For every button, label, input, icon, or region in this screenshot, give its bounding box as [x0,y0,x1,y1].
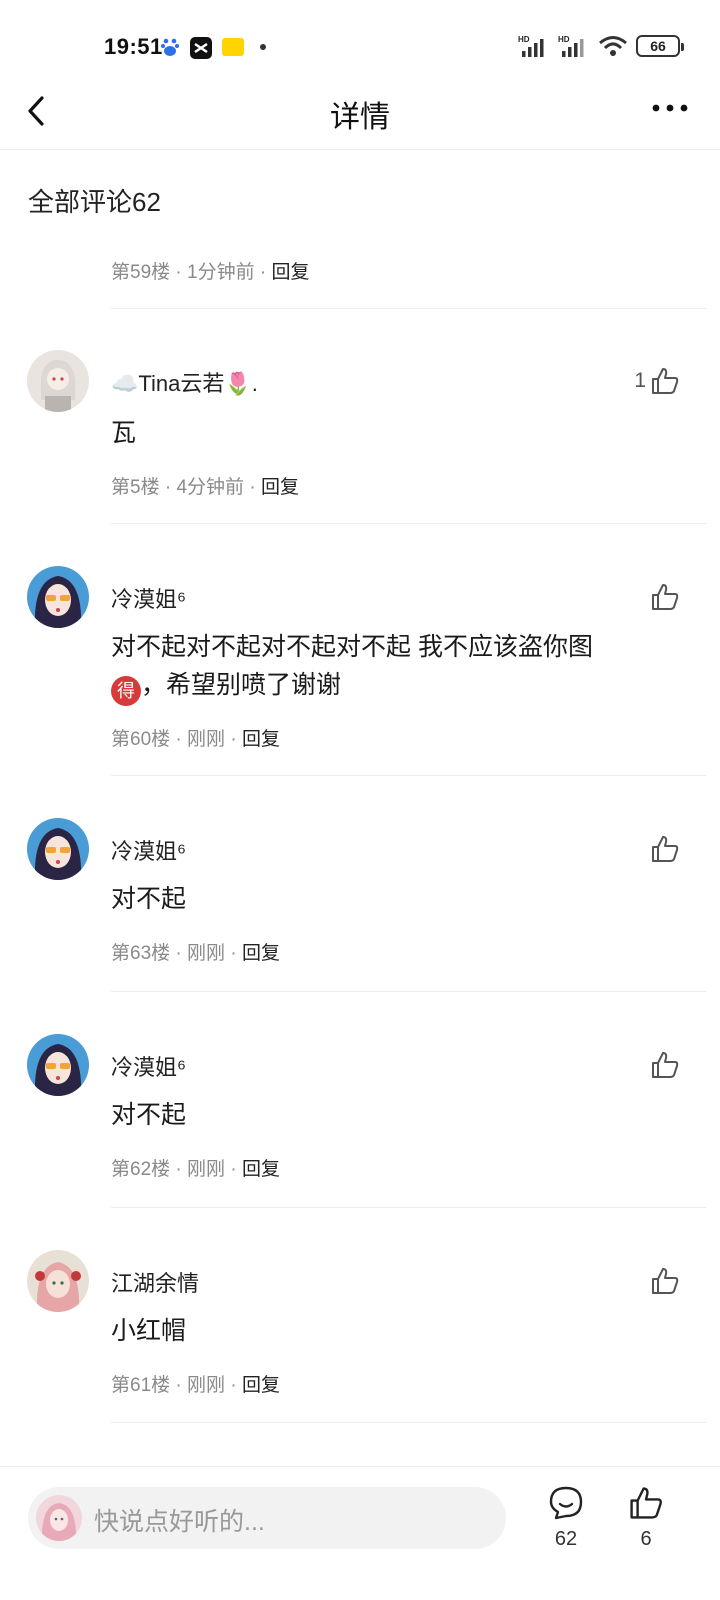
avatar [36,1495,82,1541]
notes-app-icon [222,38,244,56]
thumbs-up-icon [652,836,679,862]
comment-meta: 第60楼 · 刚刚 · 回复 [111,729,280,750]
comment-text: 对不起对不起对不起对不起 我不应该盗你图 得，希望别喷了谢谢 [111,628,671,706]
floor-number: 第61楼 [111,1375,171,1396]
reply-button[interactable]: 回复 [272,262,310,283]
divider [111,523,706,524]
avatar[interactable] [27,566,89,628]
username[interactable]: 冷漠姐⁶ [111,582,186,614]
svg-text:HD: HD [558,35,570,44]
capcut-icon [190,37,212,59]
reply-button[interactable]: 回复 [242,1375,280,1396]
like-button[interactable] [646,834,680,864]
comment-meta: 第59楼 · 1分钟前 · 回复 [111,262,310,283]
reply-button[interactable]: 回复 [242,729,280,750]
comment-text: 对不起 [111,1101,187,1129]
like-button[interactable] [646,1050,680,1080]
avatar[interactable] [27,1034,89,1096]
battery-indicator: 66 [636,35,684,57]
bottom-bar: 快说点好听的... 62 6 [0,1466,720,1600]
comment-count: 62 [554,1528,578,1550]
like-post-button[interactable]: 6 [616,1485,676,1551]
reply-button[interactable]: 回复 [242,1159,280,1180]
divider [111,991,706,992]
floor-number: 第62楼 [111,1159,171,1180]
comments-section-title: 全部评论62 [28,187,161,217]
comment-meta: 第61楼 · 刚刚 · 回复 [111,1375,280,1396]
like-button[interactable] [646,582,680,612]
svg-text:HD: HD [518,35,530,44]
page-title: 详情 [330,101,390,134]
like-button[interactable]: 1 [634,366,680,396]
wifi-icon [599,36,627,56]
nav-bar: 详情 [0,90,720,150]
divider [111,775,706,776]
comment-time: 刚刚 [187,1159,226,1180]
comments-button[interactable]: 62 [536,1485,596,1551]
comment-meta: 第5楼 · 4分钟前 · 回复 [111,477,299,498]
more-options-icon[interactable] [650,98,690,122]
username[interactable]: 冷漠姐⁶ [111,834,186,866]
reply-button[interactable]: 回复 [261,477,299,498]
comment-time: 刚刚 [187,1375,226,1396]
status-indicators: HD HD 66 [518,34,684,58]
divider [111,1422,706,1423]
cellular-signal-2-icon: HD [558,35,584,57]
comment-meta: 第62楼 · 刚刚 · 回复 [111,1159,280,1180]
floor-number: 第5楼 [111,477,160,498]
status-bar: 19:51 HD HD 66 [0,0,720,90]
de-badge-icon: 得 [111,676,141,706]
reply-button[interactable]: 回复 [242,943,280,964]
username[interactable]: 冷漠姐⁶ [111,1050,186,1082]
comment-meta: 第63楼 · 刚刚 · 回复 [111,943,280,964]
like-button[interactable] [646,1266,680,1296]
cellular-signal-icon: HD [518,35,544,57]
thumbs-up-icon [652,584,679,610]
divider [111,1207,706,1208]
baidu-icon [161,38,179,56]
thumbs-up-icon [652,1052,679,1078]
floor-number: 第60楼 [111,729,171,750]
thumbs-up-icon [630,1487,662,1519]
comment-time: 4分钟前 [176,477,245,498]
comment-text: 小红帽 [111,1317,187,1345]
avatar[interactable] [27,350,89,412]
comment-text: 瓦 [111,419,137,447]
floor-number: 第63楼 [111,943,171,964]
comment-time: 1分钟前 [187,262,255,283]
floor-number: 第59楼 [111,262,171,283]
comment-bubble-icon [549,1486,583,1520]
avatar[interactable] [27,818,89,880]
divider [111,308,706,309]
status-time: 19:51 [104,34,163,59]
comment-text: 对不起 [111,885,187,913]
comment-time: 刚刚 [187,943,226,964]
comment-time: 刚刚 [187,729,226,750]
avatar[interactable] [27,1250,89,1312]
thumbs-up-icon [652,368,679,394]
comment-input[interactable]: 快说点好听的... [28,1487,506,1549]
notification-dot-icon [260,44,266,50]
username[interactable]: ☁️Tina云若🌷. [111,366,258,398]
like-count: 1 [634,369,646,392]
tulip-emoji-icon: 🌷. [224,371,258,396]
cloud-emoji-icon: ☁️ [111,371,139,396]
thumbs-up-icon [652,1268,679,1294]
username[interactable]: 江湖余情 [111,1266,199,1298]
input-placeholder: 快说点好听的... [94,1508,265,1536]
like-count: 6 [640,1528,652,1550]
